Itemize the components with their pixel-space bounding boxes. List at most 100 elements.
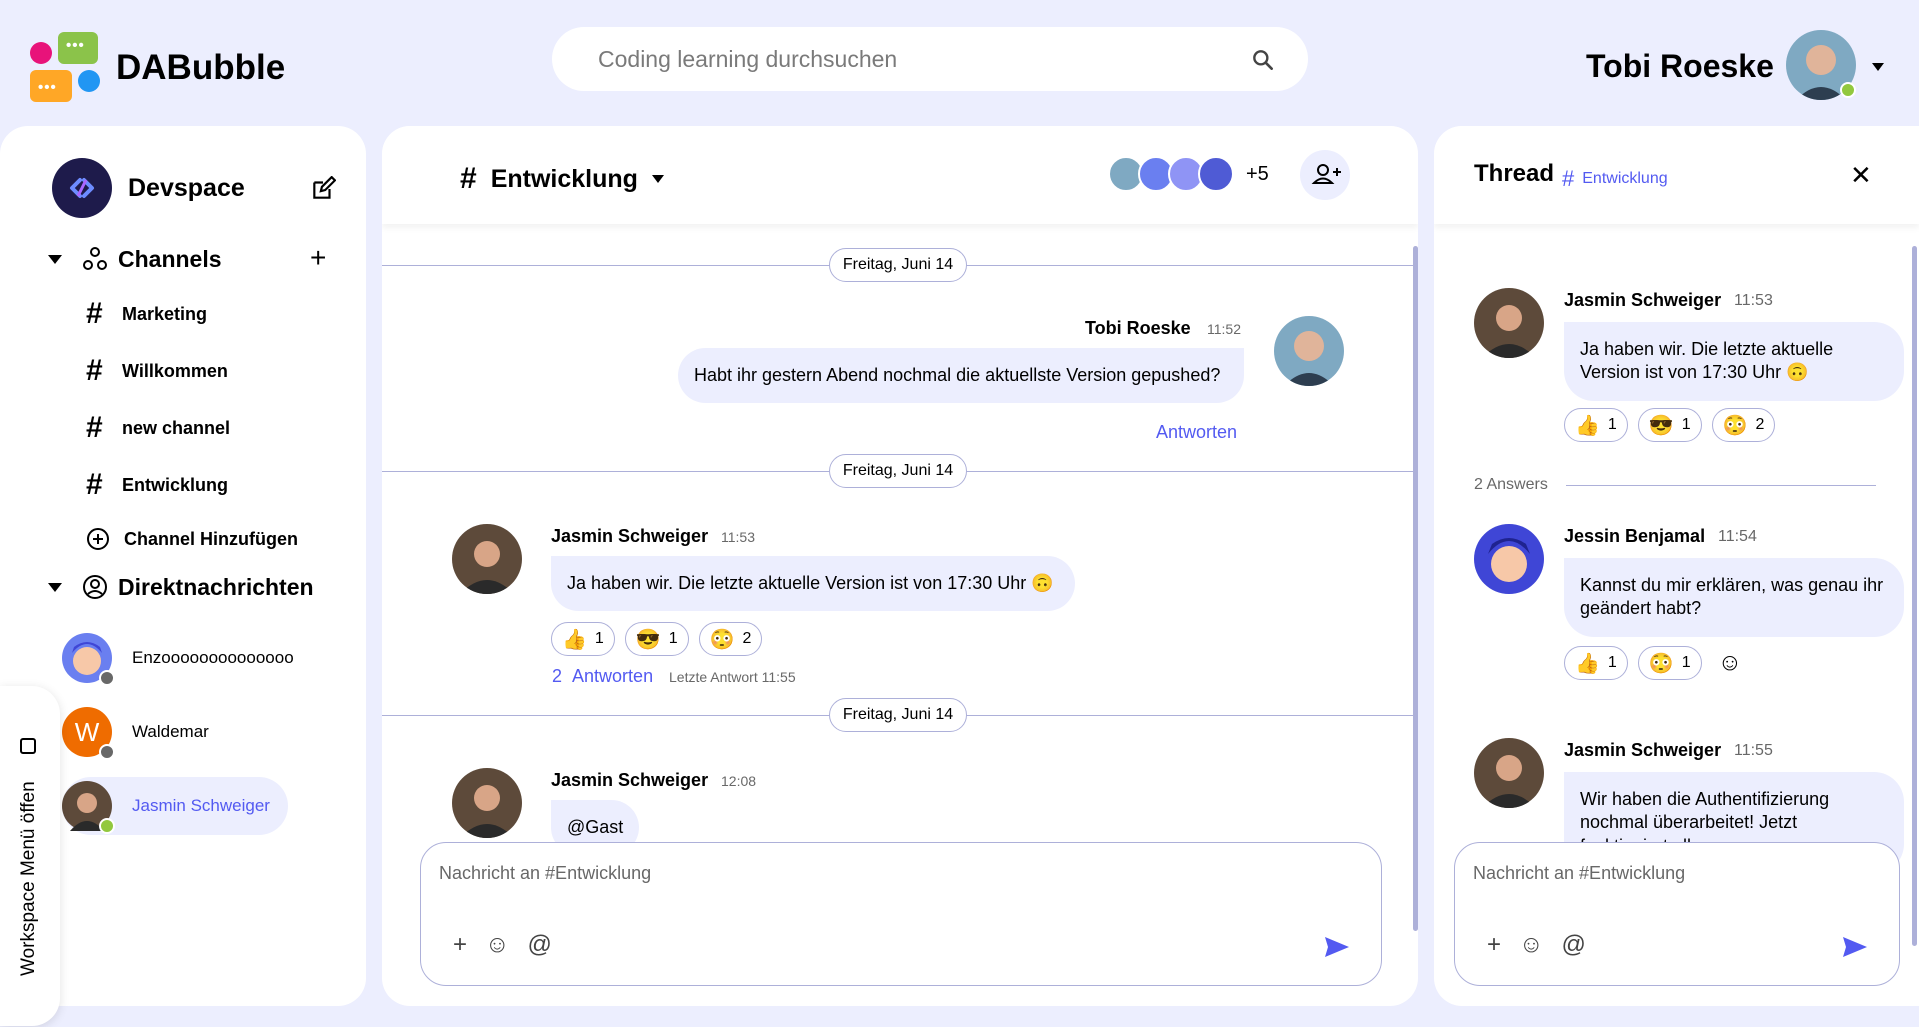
message-author[interactable]: Jasmin Schweiger — [1564, 740, 1721, 761]
dm-item-waldemar[interactable]: W Waldemar — [62, 703, 227, 761]
search-bar[interactable] — [552, 27, 1308, 91]
workspace-logo-icon — [52, 158, 112, 218]
channel-members[interactable]: +5 — [1108, 156, 1269, 192]
reaction-chip[interactable]: 👍 1 — [551, 622, 615, 656]
reaction-chip[interactable]: 👍 1 — [1564, 408, 1628, 442]
channel-item-new-channel[interactable]: # new channel — [86, 408, 230, 448]
message-avatar[interactable] — [452, 524, 522, 594]
message-avatar[interactable] — [1474, 738, 1544, 808]
mention-icon[interactable]: @ — [528, 931, 552, 959]
reaction-count: 1 — [668, 630, 678, 647]
thread-channel-name: Entwicklung — [1582, 170, 1668, 187]
dm-item-jasmin-schweiger[interactable]: Jasmin Schweiger — [62, 777, 288, 835]
thread-message-input[interactable] — [1473, 863, 1829, 903]
answer-label: Antworten — [572, 666, 654, 686]
workspace-menu-label: Workspace Menü öffen — [18, 781, 39, 976]
current-user-name[interactable]: Tobi Roeske — [1586, 48, 1774, 85]
send-icon[interactable] — [1841, 935, 1869, 959]
add-reaction-icon[interactable]: ☺ — [1718, 649, 1743, 677]
thumbs-up-icon: 👍 — [1575, 652, 1600, 675]
reply-link[interactable]: Antworten — [1156, 422, 1237, 443]
workspace-name: Devspace — [128, 174, 245, 202]
workspace-menu-toggle[interactable]: Workspace Menü öffen — [0, 686, 60, 1026]
message-time: 11:52 — [1207, 321, 1241, 337]
reactions-row: 👍 1 😳 1 ☺ — [1564, 646, 1742, 680]
direct-messages-section-header[interactable]: Direktnachrichten — [48, 572, 314, 602]
message-input-box[interactable]: + ☺ @ — [420, 842, 1382, 986]
search-input[interactable] — [598, 27, 1218, 91]
add-channel-plus-icon[interactable]: + — [310, 244, 326, 272]
date-pill: Freitag, Juni 14 — [829, 248, 967, 282]
thumbs-up-icon: 👍 — [1575, 414, 1600, 437]
dm-name: Jasmin Schweiger — [132, 796, 270, 815]
status-dot — [99, 744, 115, 760]
hash-icon: # — [460, 162, 477, 195]
close-icon[interactable]: ✕ — [1850, 162, 1872, 188]
channel-label: Willkommen — [122, 360, 228, 381]
message-input[interactable] — [439, 863, 1207, 903]
message-time: 11:53 — [1734, 292, 1773, 309]
caret-down-icon[interactable] — [48, 582, 62, 592]
last-reply-time: Letzte Antwort 11:55 — [669, 669, 796, 685]
reaction-chip[interactable]: 😳 1 — [1637, 646, 1702, 680]
channel-label: new channel — [122, 417, 231, 438]
reaction-chip[interactable]: 👍 1 — [1564, 646, 1628, 680]
emoji-icon[interactable]: ☺ — [1519, 931, 1544, 959]
add-circle-icon — [87, 528, 109, 550]
hash-icon: # — [86, 468, 103, 501]
thread-scrollbar[interactable] — [1912, 246, 1917, 946]
caret-down-icon[interactable] — [48, 254, 62, 264]
channel-title-button[interactable]: # Entwicklung — [460, 162, 664, 196]
message-time: 12:08 — [721, 773, 757, 789]
add-member-button[interactable] — [1300, 150, 1350, 200]
channels-section-header[interactable]: Channels — [48, 244, 222, 274]
input-toolbar: + ☺ @ — [1487, 931, 1586, 959]
chat-scrollbar[interactable] — [1413, 246, 1418, 931]
message-author[interactable]: Jasmin Schweiger — [1564, 290, 1721, 311]
flushed-face-icon: 😳 — [1722, 414, 1748, 437]
channel-item-entwicklung[interactable]: # Entwicklung — [86, 465, 228, 505]
message-avatar[interactable] — [1474, 288, 1544, 358]
message-author[interactable]: Jasmin Schweiger — [551, 526, 708, 547]
account-circle-icon — [83, 575, 107, 599]
message-author[interactable]: Jessin Benjamal — [1564, 526, 1705, 547]
user-menu-chevron-icon[interactable] — [1872, 63, 1884, 71]
thread-input-box[interactable]: + ☺ @ — [1454, 842, 1900, 986]
thread-title: Thread — [1474, 160, 1555, 187]
sunglasses-icon: 😎 — [1648, 414, 1674, 437]
direct-messages-label: Direktnachrichten — [118, 573, 314, 600]
channel-item-marketing[interactable]: # Marketing — [86, 294, 207, 334]
message-avatar[interactable] — [1274, 316, 1344, 386]
add-channel-button[interactable]: Channel Hinzufügen — [86, 519, 298, 559]
reaction-chip[interactable]: 😎 1 — [1637, 408, 1702, 442]
send-icon[interactable] — [1323, 935, 1351, 959]
reaction-count: 2 — [1755, 416, 1765, 433]
message-avatar[interactable] — [1474, 524, 1544, 594]
message-avatar[interactable] — [452, 768, 522, 838]
mention-icon[interactable]: @ — [1562, 931, 1586, 959]
edit-icon[interactable] — [310, 176, 336, 202]
flushed-face-icon: 😳 — [1648, 652, 1674, 675]
message-author[interactable]: Tobi Roeske — [1085, 318, 1191, 339]
sunglasses-icon: 😎 — [635, 628, 661, 651]
answers-link[interactable]: 2 Antworten — [552, 666, 653, 687]
reaction-chip[interactable]: 😳 2 — [698, 622, 763, 656]
workspaces-icon — [83, 247, 107, 270]
add-attachment-icon[interactable]: + — [1487, 931, 1501, 959]
emoji-icon[interactable]: ☺ — [485, 931, 510, 959]
channel-item-willkommen[interactable]: # Willkommen — [86, 351, 228, 391]
reaction-chip[interactable]: 😎 1 — [624, 622, 689, 656]
channels-label: Channels — [118, 245, 222, 272]
date-pill: Freitag, Juni 14 — [829, 454, 967, 488]
current-user-avatar[interactable] — [1786, 30, 1856, 100]
add-attachment-icon[interactable]: + — [453, 931, 467, 959]
status-dot — [99, 818, 115, 834]
date-pill: Freitag, Juni 14 — [829, 698, 967, 732]
reaction-count: 1 — [1607, 654, 1617, 671]
member-avatar — [1198, 156, 1234, 192]
message-author[interactable]: Jasmin Schweiger — [551, 770, 708, 791]
search-icon[interactable] — [1250, 47, 1276, 73]
reaction-chip[interactable]: 😳 2 — [1711, 408, 1776, 442]
answer-count: 2 — [552, 666, 563, 686]
dm-item-enzo[interactable]: Enzoooooooooooooo — [62, 629, 312, 687]
